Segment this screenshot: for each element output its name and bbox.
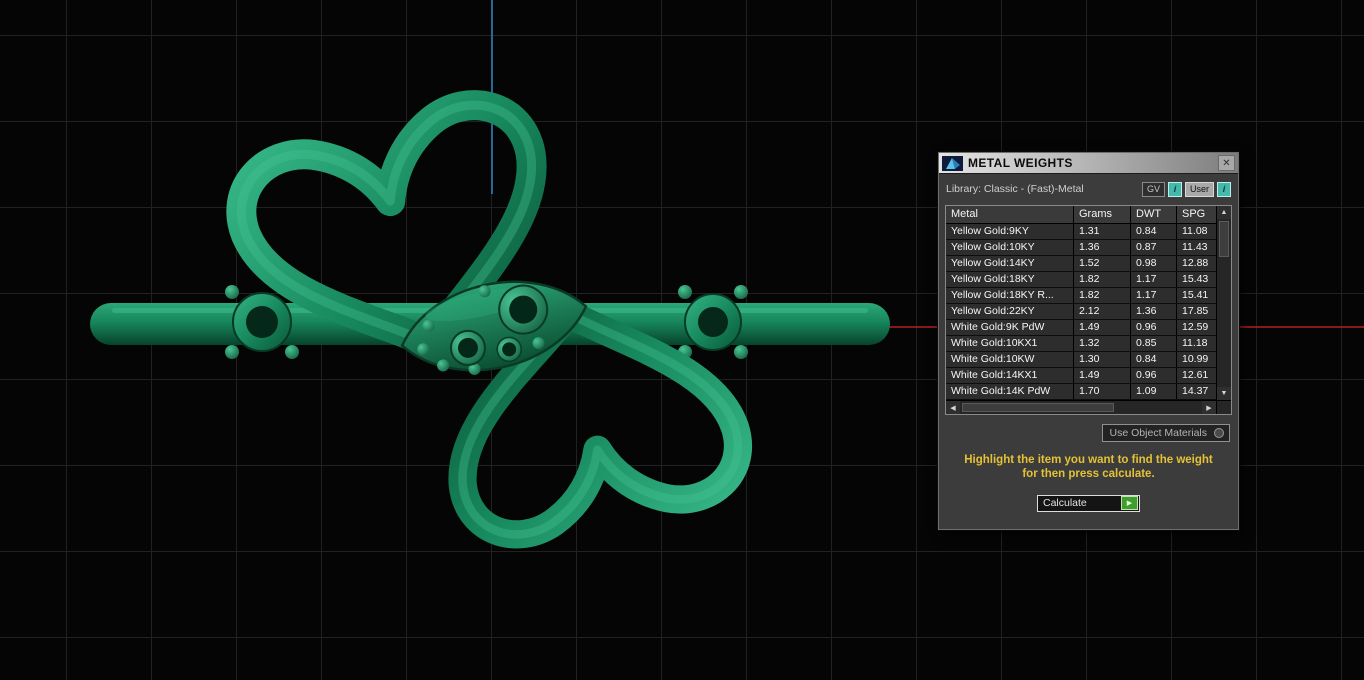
library-buttons: GV i User i	[1141, 181, 1231, 197]
user-info-icon[interactable]: i	[1217, 181, 1231, 197]
table-area: Metal Grams DWT SPG Yellow Gold:9KY 1.31 0.…	[946, 206, 1216, 400]
table-row[interactable]: Yellow Gold:18KY R... 1.82 1.17 15.41	[946, 288, 1216, 304]
column-header: DWT	[1131, 206, 1177, 223]
table-row[interactable]: White Gold:9K PdW 1.49 0.96 12.59	[946, 320, 1216, 336]
table-row[interactable]: White Gold:10KX1 1.32 0.85 11.18	[946, 336, 1216, 352]
table-row[interactable]: White Gold:14K PdW 1.70 1.09 14.37	[946, 384, 1216, 400]
column-header: Grams	[1074, 206, 1131, 223]
cell-grams: 1.31	[1074, 224, 1131, 239]
use-object-materials-row: Use Object Materials	[947, 424, 1230, 442]
table-body: Yellow Gold:9KY 1.31 0.84 11.08 Yellow G…	[946, 224, 1216, 400]
cell-dwt: 0.84	[1131, 224, 1177, 239]
table-row[interactable]: White Gold:14KX1 1.49 0.96 12.61	[946, 368, 1216, 384]
right-setting	[678, 285, 748, 359]
calculate-row: Calculate ▶	[939, 494, 1238, 512]
cell-spg: 15.43	[1177, 272, 1216, 287]
scrollbar-corner	[1216, 400, 1231, 414]
cell-metal: Yellow Gold:10KY	[946, 240, 1074, 255]
use-object-materials-label: Use Object Materials	[1109, 426, 1207, 439]
cell-dwt: 0.84	[1131, 352, 1177, 367]
app-icon	[942, 155, 963, 171]
cell-spg: 10.99	[1177, 352, 1216, 367]
cell-spg: 14.37	[1177, 384, 1216, 399]
cell-metal: White Gold:14KX1	[946, 368, 1074, 383]
cell-metal: Yellow Gold:22KY	[946, 304, 1074, 319]
cell-spg: 12.88	[1177, 256, 1216, 271]
cell-metal: White Gold:10KX1	[946, 336, 1074, 351]
cell-dwt: 0.87	[1131, 240, 1177, 255]
cell-metal: Yellow Gold:18KY	[946, 272, 1074, 287]
cell-metal: White Gold:10KW	[946, 352, 1074, 367]
cell-grams: 1.52	[1074, 256, 1131, 271]
cell-spg: 11.18	[1177, 336, 1216, 351]
dialog-titlebar[interactable]: METAL WEIGHTS ✕	[939, 153, 1238, 174]
calculate-button[interactable]: Calculate ▶	[1037, 494, 1140, 512]
cell-grams: 1.82	[1074, 272, 1131, 287]
cell-grams: 1.70	[1074, 384, 1131, 399]
cell-grams: 1.32	[1074, 336, 1131, 351]
cell-dwt: 1.17	[1131, 272, 1177, 287]
cell-dwt: 1.36	[1131, 304, 1177, 319]
close-icon[interactable]: ✕	[1218, 155, 1235, 171]
table-row[interactable]: Yellow Gold:14KY 1.52 0.98 12.88	[946, 256, 1216, 272]
library-row: Library: Classic - (Fast)-Metal GV i Use…	[946, 181, 1231, 197]
cell-dwt: 1.17	[1131, 288, 1177, 303]
scroll-left-icon[interactable]: ◀	[946, 401, 960, 414]
column-header: SPG	[1177, 206, 1216, 223]
table-row[interactable]: Yellow Gold:10KY 1.36 0.87 11.43	[946, 240, 1216, 256]
instruction-text: Highlight the item you want to find the …	[964, 454, 1213, 481]
cell-grams: 1.82	[1074, 288, 1131, 303]
table-row[interactable]: Yellow Gold:22KY 2.12 1.36 17.85	[946, 304, 1216, 320]
cell-dwt: 0.96	[1131, 320, 1177, 335]
metal-weights-dialog: METAL WEIGHTS ✕ Library: Classic - (Fast…	[937, 151, 1240, 531]
cell-spg: 17.85	[1177, 304, 1216, 319]
cell-spg: 12.59	[1177, 320, 1216, 335]
cell-grams: 1.49	[1074, 368, 1131, 383]
cell-dwt: 1.09	[1131, 384, 1177, 399]
calculate-label: Calculate	[1043, 497, 1087, 510]
cell-metal: White Gold:9K PdW	[946, 320, 1074, 335]
vertical-scrollbar[interactable]: ▲ ▼	[1216, 206, 1231, 400]
cell-metal: Yellow Gold:18KY R...	[946, 288, 1074, 303]
cell-dwt: 0.98	[1131, 256, 1177, 271]
scroll-up-icon[interactable]: ▲	[1217, 206, 1231, 219]
cell-spg: 12.61	[1177, 368, 1216, 383]
vertical-scroll-thumb[interactable]	[1219, 221, 1229, 257]
vertical-scroll-track[interactable]	[1217, 219, 1231, 387]
table-row[interactable]: White Gold:10KW 1.30 0.84 10.99	[946, 352, 1216, 368]
cell-grams: 1.49	[1074, 320, 1131, 335]
scroll-right-icon[interactable]: ▶	[1202, 401, 1216, 414]
dialog-title: METAL WEIGHTS	[968, 156, 1073, 170]
table-row[interactable]: Yellow Gold:18KY 1.82 1.17 15.43	[946, 272, 1216, 288]
table-row[interactable]: Yellow Gold:9KY 1.31 0.84 11.08	[946, 224, 1216, 240]
horizontal-scroll-thumb[interactable]	[962, 403, 1114, 412]
use-object-materials-button[interactable]: Use Object Materials	[1101, 424, 1230, 442]
library-label: Library: Classic - (Fast)-Metal	[946, 183, 1084, 195]
center-marquise	[400, 280, 588, 375]
cell-spg: 15.41	[1177, 288, 1216, 303]
application-window: METAL WEIGHTS ✕ Library: Classic - (Fast…	[0, 0, 1364, 680]
column-header: Metal	[946, 206, 1074, 223]
scroll-down-icon[interactable]: ▼	[1217, 387, 1231, 400]
cell-spg: 11.43	[1177, 240, 1216, 255]
cell-dwt: 0.85	[1131, 336, 1177, 351]
cell-dwt: 0.96	[1131, 368, 1177, 383]
cell-grams: 1.36	[1074, 240, 1131, 255]
cell-spg: 11.08	[1177, 224, 1216, 239]
gv-button[interactable]: GV	[1141, 181, 1165, 197]
horizontal-scroll-track[interactable]	[960, 401, 1202, 414]
table-header: Metal Grams DWT SPG	[946, 206, 1216, 224]
cell-metal: White Gold:14K PdW	[946, 384, 1074, 399]
user-button[interactable]: User	[1184, 181, 1214, 197]
cell-metal: Yellow Gold:14KY	[946, 256, 1074, 271]
play-icon: ▶	[1121, 496, 1138, 511]
cell-grams: 2.12	[1074, 304, 1131, 319]
cell-metal: Yellow Gold:9KY	[946, 224, 1074, 239]
cell-grams: 1.30	[1074, 352, 1131, 367]
horizontal-scrollbar[interactable]: ◀ ▶	[946, 400, 1216, 414]
indicator-circle-icon	[1214, 427, 1224, 438]
metal-weights-table: Metal Grams DWT SPG Yellow Gold:9KY 1.31 0.…	[945, 205, 1232, 415]
gv-info-icon[interactable]: i	[1167, 181, 1182, 197]
